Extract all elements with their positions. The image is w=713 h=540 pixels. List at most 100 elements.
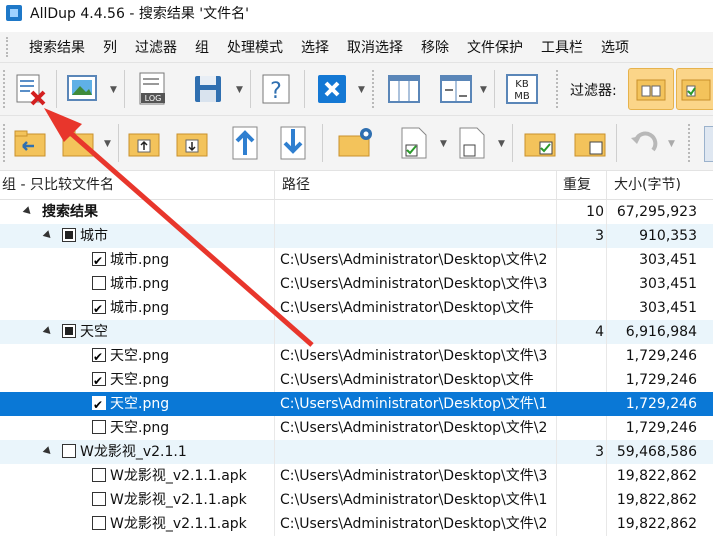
preview-button[interactable] [62,69,102,109]
expand-arrow-icon[interactable] [22,205,34,217]
file-checkbox[interactable] [92,468,106,482]
toolbar-grip[interactable] [688,124,693,162]
move-up-folder-button[interactable] [124,123,164,163]
table-row[interactable]: 天空.png C:\Users\Administrator\Desktop\文件… [0,344,713,368]
column-divider[interactable] [556,171,557,199]
results-table-header: 组 - 只比较文件名 路径 重复 大小(字节) [0,171,713,200]
table-row[interactable]: 城市.png C:\Users\Administrator\Desktop\文件… [0,272,713,296]
filter-folder-button[interactable] [628,68,674,110]
menu-search-results[interactable]: 搜索结果 [20,37,94,57]
table-row[interactable]: W龙影视_v2.1.1.apk C:\Users\Administrator\D… [0,488,713,512]
image-preview-icon [67,75,97,101]
svg-text:KB: KB [515,79,529,90]
folder-icon [62,130,94,157]
row-path [280,224,554,248]
truncated-toolbar-button[interactable] [704,126,713,162]
row-name: W龙影视_v2.1.1 [80,444,187,460]
chevron-down-icon[interactable]: ▼ [104,139,111,149]
column-divider[interactable] [274,171,275,199]
table-row-group[interactable]: 天空 4 6,916,984 [0,320,713,344]
column-header-path[interactable]: 路径 [282,171,310,199]
file-checkbox[interactable] [92,276,106,290]
check-folder-button[interactable] [520,123,560,163]
file-checkbox[interactable] [92,297,106,320]
menu-select[interactable]: 选择 [292,37,338,57]
size-unit-button[interactable]: KB MB [502,69,542,109]
table-row[interactable]: W龙影视_v2.1.1.apk C:\Users\Administrator\D… [0,512,713,536]
chevron-down-icon[interactable]: ▼ [236,85,243,95]
undo-icon [631,131,658,152]
table-row-root[interactable]: 搜索结果 10 67,295,923 [0,200,713,224]
menu-file-protection[interactable]: 文件保护 [458,37,532,57]
menu-columns[interactable]: 列 [94,37,126,57]
table-row[interactable]: 城市.png C:\Users\Administrator\Desktop\文件… [0,248,713,272]
filter-checked-button[interactable] [676,68,713,110]
group-checkbox[interactable] [62,324,76,338]
table-row[interactable]: W龙影视_v2.1.1.apk C:\Users\Administrator\D… [0,464,713,488]
chevron-down-icon[interactable]: ▼ [498,139,505,149]
table-row-selected[interactable]: 天空.png C:\Users\Administrator\Desktop\文件… [0,392,713,416]
file-checkbox[interactable] [92,420,106,434]
uncheck-folder-button[interactable] [570,123,610,163]
chevron-down-icon[interactable]: ▼ [358,85,365,95]
menu-grip[interactable] [6,37,12,57]
select-unchecked-button[interactable] [452,123,492,163]
column-width-button[interactable] [436,69,476,109]
toolbar-grip[interactable] [3,70,8,108]
expand-arrow-icon[interactable] [42,325,54,337]
column-header-duplicates[interactable]: 重复 [563,171,591,199]
folder-settings-button[interactable] [336,123,376,163]
save-button[interactable] [188,69,228,109]
menu-toolbar[interactable]: 工具栏 [532,37,592,57]
expand-arrow-icon[interactable] [42,229,54,241]
help-button[interactable]: ? [256,69,296,109]
select-checked-button[interactable] [394,123,434,163]
file-checkbox[interactable] [92,369,106,392]
row-size: 910,353 [639,228,697,244]
row-dup-count: 3 [595,444,604,460]
chevron-down-icon[interactable]: ▼ [110,85,117,95]
table-row[interactable]: 城市.png C:\Users\Administrator\Desktop\文件… [0,296,713,320]
menu-deselect[interactable]: 取消选择 [338,37,412,57]
menu-options[interactable]: 选项 [592,37,638,57]
table-row-group[interactable]: 城市 3 910,353 [0,224,713,248]
file-checkbox[interactable] [92,492,106,506]
remove-list-button[interactable] [10,69,50,109]
undo-folder-button[interactable] [10,123,50,163]
file-checkbox[interactable] [92,393,106,416]
group-checkbox[interactable] [62,228,76,242]
column-header-size[interactable]: 大小(字节) [614,171,681,199]
undo-button[interactable] [624,123,664,163]
folder-button[interactable] [58,123,98,163]
expand-arrow-icon[interactable] [42,445,54,457]
row-name: 城市.png [110,252,170,268]
close-results-button[interactable] [312,69,352,109]
move-up-button[interactable] [226,123,266,163]
move-down-button[interactable] [274,123,314,163]
chevron-down-icon[interactable]: ▼ [668,139,675,149]
toolbar-grip[interactable] [3,124,8,162]
columns-view-button[interactable] [384,69,424,109]
column-header-name[interactable]: 组 - 只比较文件名 [2,171,114,199]
toolbar-grip[interactable] [372,70,377,108]
file-checkbox[interactable] [92,249,106,272]
toolbar-separator [304,70,305,108]
table-row-group[interactable]: W龙影视_v2.1.1 3 59,468,586 [0,440,713,464]
toolbar-grip[interactable] [556,70,561,108]
move-down-folder-button[interactable] [172,123,212,163]
chevron-down-icon[interactable]: ▼ [480,85,487,95]
menu-filter[interactable]: 过滤器 [126,37,186,57]
file-checkbox[interactable] [92,345,106,368]
log-button[interactable]: LOG [132,69,172,109]
column-divider[interactable] [606,171,607,199]
menu-group[interactable]: 组 [186,37,218,57]
file-checkbox[interactable] [92,516,106,530]
menu-process-mode[interactable]: 处理模式 [218,37,292,57]
table-row[interactable]: 天空.png C:\Users\Administrator\Desktop\文件… [0,368,713,392]
row-name: 天空.png [110,372,170,388]
group-checkbox[interactable] [62,444,76,458]
menu-remove[interactable]: 移除 [412,37,458,57]
table-row[interactable]: 天空.png C:\Users\Administrator\Desktop\文件… [0,416,713,440]
chevron-down-icon[interactable]: ▼ [440,139,447,149]
file-check-icon [401,127,427,159]
